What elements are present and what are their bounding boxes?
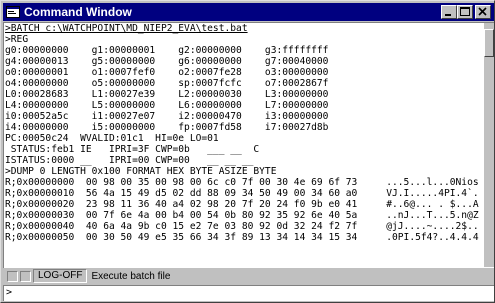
vertical-scrollbar[interactable] (484, 23, 494, 267)
console-line: ISTATUS:0000 __ IPRI=00 CWP=00 __ __ __ (5, 155, 254, 166)
console-line: i0:00052a5c i1:00027e07 i2:00000470 i3:0… (5, 111, 329, 122)
command-prompt: > (6, 287, 13, 298)
command-window-icon (6, 6, 20, 18)
window-controls (441, 5, 491, 19)
console-line: R;0x00000040 40 6a 4a 9b c0 15 e2 7e 03 … (5, 221, 479, 232)
minimize-button[interactable] (441, 5, 457, 19)
maximize-button[interactable] (457, 5, 473, 19)
log-mode-badge: LOG-OFF (33, 269, 88, 283)
console-line: R;0x00000010 56 4a 15 49 d5 02 dd 88 09 … (5, 188, 479, 199)
console-line: i4:00000000 i5:00000000 fp:0007fd58 i7:0… (5, 122, 329, 133)
console-line: PC:00050c24 WVALID:01c1 HI=0e LO=01 (5, 133, 219, 144)
console-line: o0:00000001 o1:0007fef0 o2:0007fe28 o3:0… (5, 67, 329, 78)
console-line: g0:00000000 g1:00000001 g2:00000000 g3:f… (5, 45, 329, 56)
console-line: R;0x00000050 00 30 50 49 e5 35 66 34 3f … (5, 232, 479, 243)
console-line: R;0x00000030 00 7f 6e 4a 00 b4 00 54 0b … (5, 210, 479, 221)
console-line: R;0x00000000 00 98 00 35 00 98 00 6c c0 … (5, 177, 479, 188)
status-indicator-1 (7, 270, 18, 282)
scrollbar-thumb[interactable] (484, 29, 494, 57)
command-input[interactable]: > (3, 285, 494, 301)
console-line: >REG (5, 34, 29, 45)
status-bar: LOG-OFF Execute batch file (3, 269, 494, 283)
status-indicator-2 (20, 270, 31, 282)
console-line: STATUS:feb1 IE IPRI=3F CWP=0b ___ __ C (5, 144, 260, 155)
console-lines: >BATCH c:\WATCHPOINT\MD_NIEP2_EVA\test.b… (5, 23, 483, 243)
console-line: L4:00000000 L5:00000000 L6:00000000 L7:0… (5, 100, 329, 111)
console-line: o4:00000000 o5:00000000 sp:0007fcfc o7:0… (5, 78, 329, 89)
console-line: L0:00028683 L1:00027e39 L2:00000030 L3:0… (5, 89, 329, 100)
window-title: Command Window (24, 5, 132, 19)
maximize-icon (460, 7, 470, 16)
close-button[interactable] (475, 5, 491, 19)
status-message: Execute batch file (91, 270, 171, 282)
console-line: >DUMP 0 LENGTH 0x100 FORMAT HEX BYTE ASI… (5, 166, 277, 177)
console-output[interactable]: >BATCH c:\WATCHPOINT\MD_NIEP2_EVA\test.b… (3, 22, 494, 268)
command-window: Command Window >BATCH c:\WATCHPOINT\MD_N… (0, 0, 495, 303)
console-line: R;0x00000020 23 98 11 36 40 a4 02 98 20 … (5, 199, 479, 210)
close-icon (478, 7, 487, 16)
console-line: >BATCH c:\WATCHPOINT\MD_NIEP2_EVA\test.b… (5, 23, 248, 34)
minimize-icon (445, 14, 451, 16)
title-bar[interactable]: Command Window (3, 3, 494, 21)
console-line: g4:00000013 g5:00000000 g6:00000000 g7:0… (5, 56, 329, 67)
